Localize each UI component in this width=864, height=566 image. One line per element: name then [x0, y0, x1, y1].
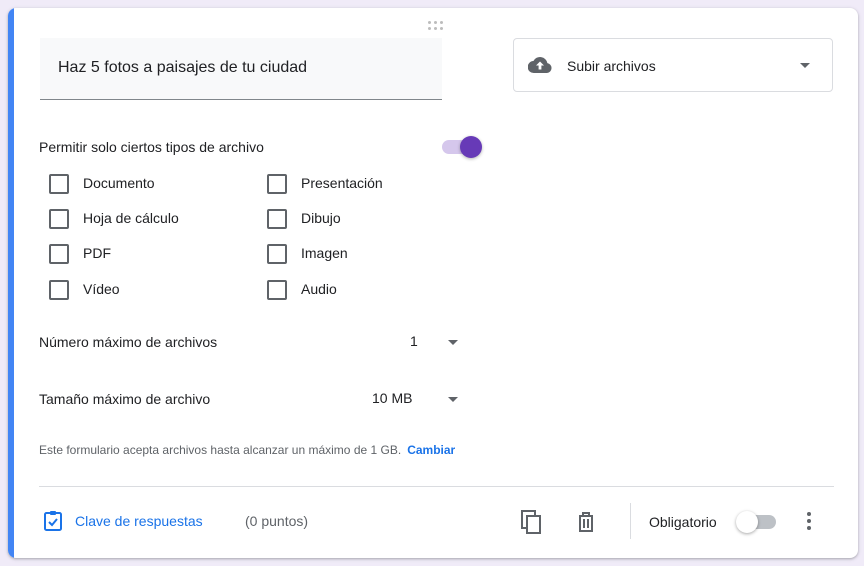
checkbox-box[interactable] — [49, 174, 69, 194]
checkbox-box[interactable] — [267, 174, 287, 194]
change-limit-link[interactable]: Cambiar — [407, 443, 455, 457]
checkbox-label: Documento — [83, 175, 155, 191]
max-size-label: Tamaño máximo de archivo — [39, 391, 211, 407]
copy-icon[interactable] — [519, 510, 543, 534]
checkbox-box[interactable] — [49, 209, 69, 229]
trash-icon[interactable] — [574, 510, 598, 534]
chevron-down-icon — [448, 397, 458, 402]
points-label: (0 puntos) — [245, 513, 309, 529]
checkbox-label: Dibujo — [301, 210, 341, 226]
chevron-down-icon — [800, 63, 810, 68]
checkbox-label: Audio — [301, 281, 337, 297]
limit-note: Este formulario acepta archivos hasta al… — [39, 443, 455, 457]
max-size-value: 10 MB — [372, 390, 413, 406]
file-types-label: Permitir solo ciertos tipos de archivo — [39, 139, 264, 155]
required-label: Obligatorio — [649, 514, 717, 530]
checkbox-box[interactable] — [267, 209, 287, 229]
checkbox-label: Imagen — [301, 245, 348, 261]
limit-note-text: Este formulario acepta archivos hasta al… — [39, 443, 402, 457]
cloud-upload-icon — [528, 57, 552, 74]
toggle-knob — [460, 136, 482, 158]
question-card: Haz 5 fotos a paisajes de tu ciudad Subi… — [8, 8, 858, 558]
footer-vertical-separator — [630, 503, 631, 539]
question-type-label: Subir archivos — [567, 58, 656, 74]
max-files-value: 1 — [410, 333, 418, 349]
checkbox-box[interactable] — [267, 280, 287, 300]
checkbox-box[interactable] — [49, 244, 69, 264]
checkbox-label: Vídeo — [83, 281, 120, 297]
max-files-dropdown[interactable]: 1 — [398, 326, 468, 356]
question-title-input[interactable]: Haz 5 fotos a paisajes de tu ciudad — [40, 38, 442, 100]
checkbox-label: Presentación — [301, 175, 383, 191]
checkbox-label: PDF — [83, 245, 111, 261]
toggle-knob — [736, 511, 758, 533]
required-toggle[interactable] — [736, 511, 776, 533]
assignment-check-icon — [44, 511, 62, 531]
max-size-dropdown[interactable]: 10 MB — [363, 383, 468, 413]
file-types-toggle[interactable] — [442, 136, 482, 158]
question-title-text: Haz 5 fotos a paisajes de tu ciudad — [58, 59, 308, 76]
active-accent-bar — [8, 8, 14, 558]
footer-divider — [39, 486, 834, 487]
answer-key-label: Clave de respuestas — [75, 513, 203, 529]
drag-handle-icon[interactable] — [428, 20, 446, 32]
question-type-dropdown[interactable]: Subir archivos — [513, 38, 833, 92]
checkbox-label: Hoja de cálculo — [83, 210, 179, 226]
more-vert-icon[interactable] — [797, 509, 821, 533]
chevron-down-icon — [448, 340, 458, 345]
max-files-label: Número máximo de archivos — [39, 334, 218, 350]
checkbox-box[interactable] — [49, 280, 69, 300]
checkbox-box[interactable] — [267, 244, 287, 264]
